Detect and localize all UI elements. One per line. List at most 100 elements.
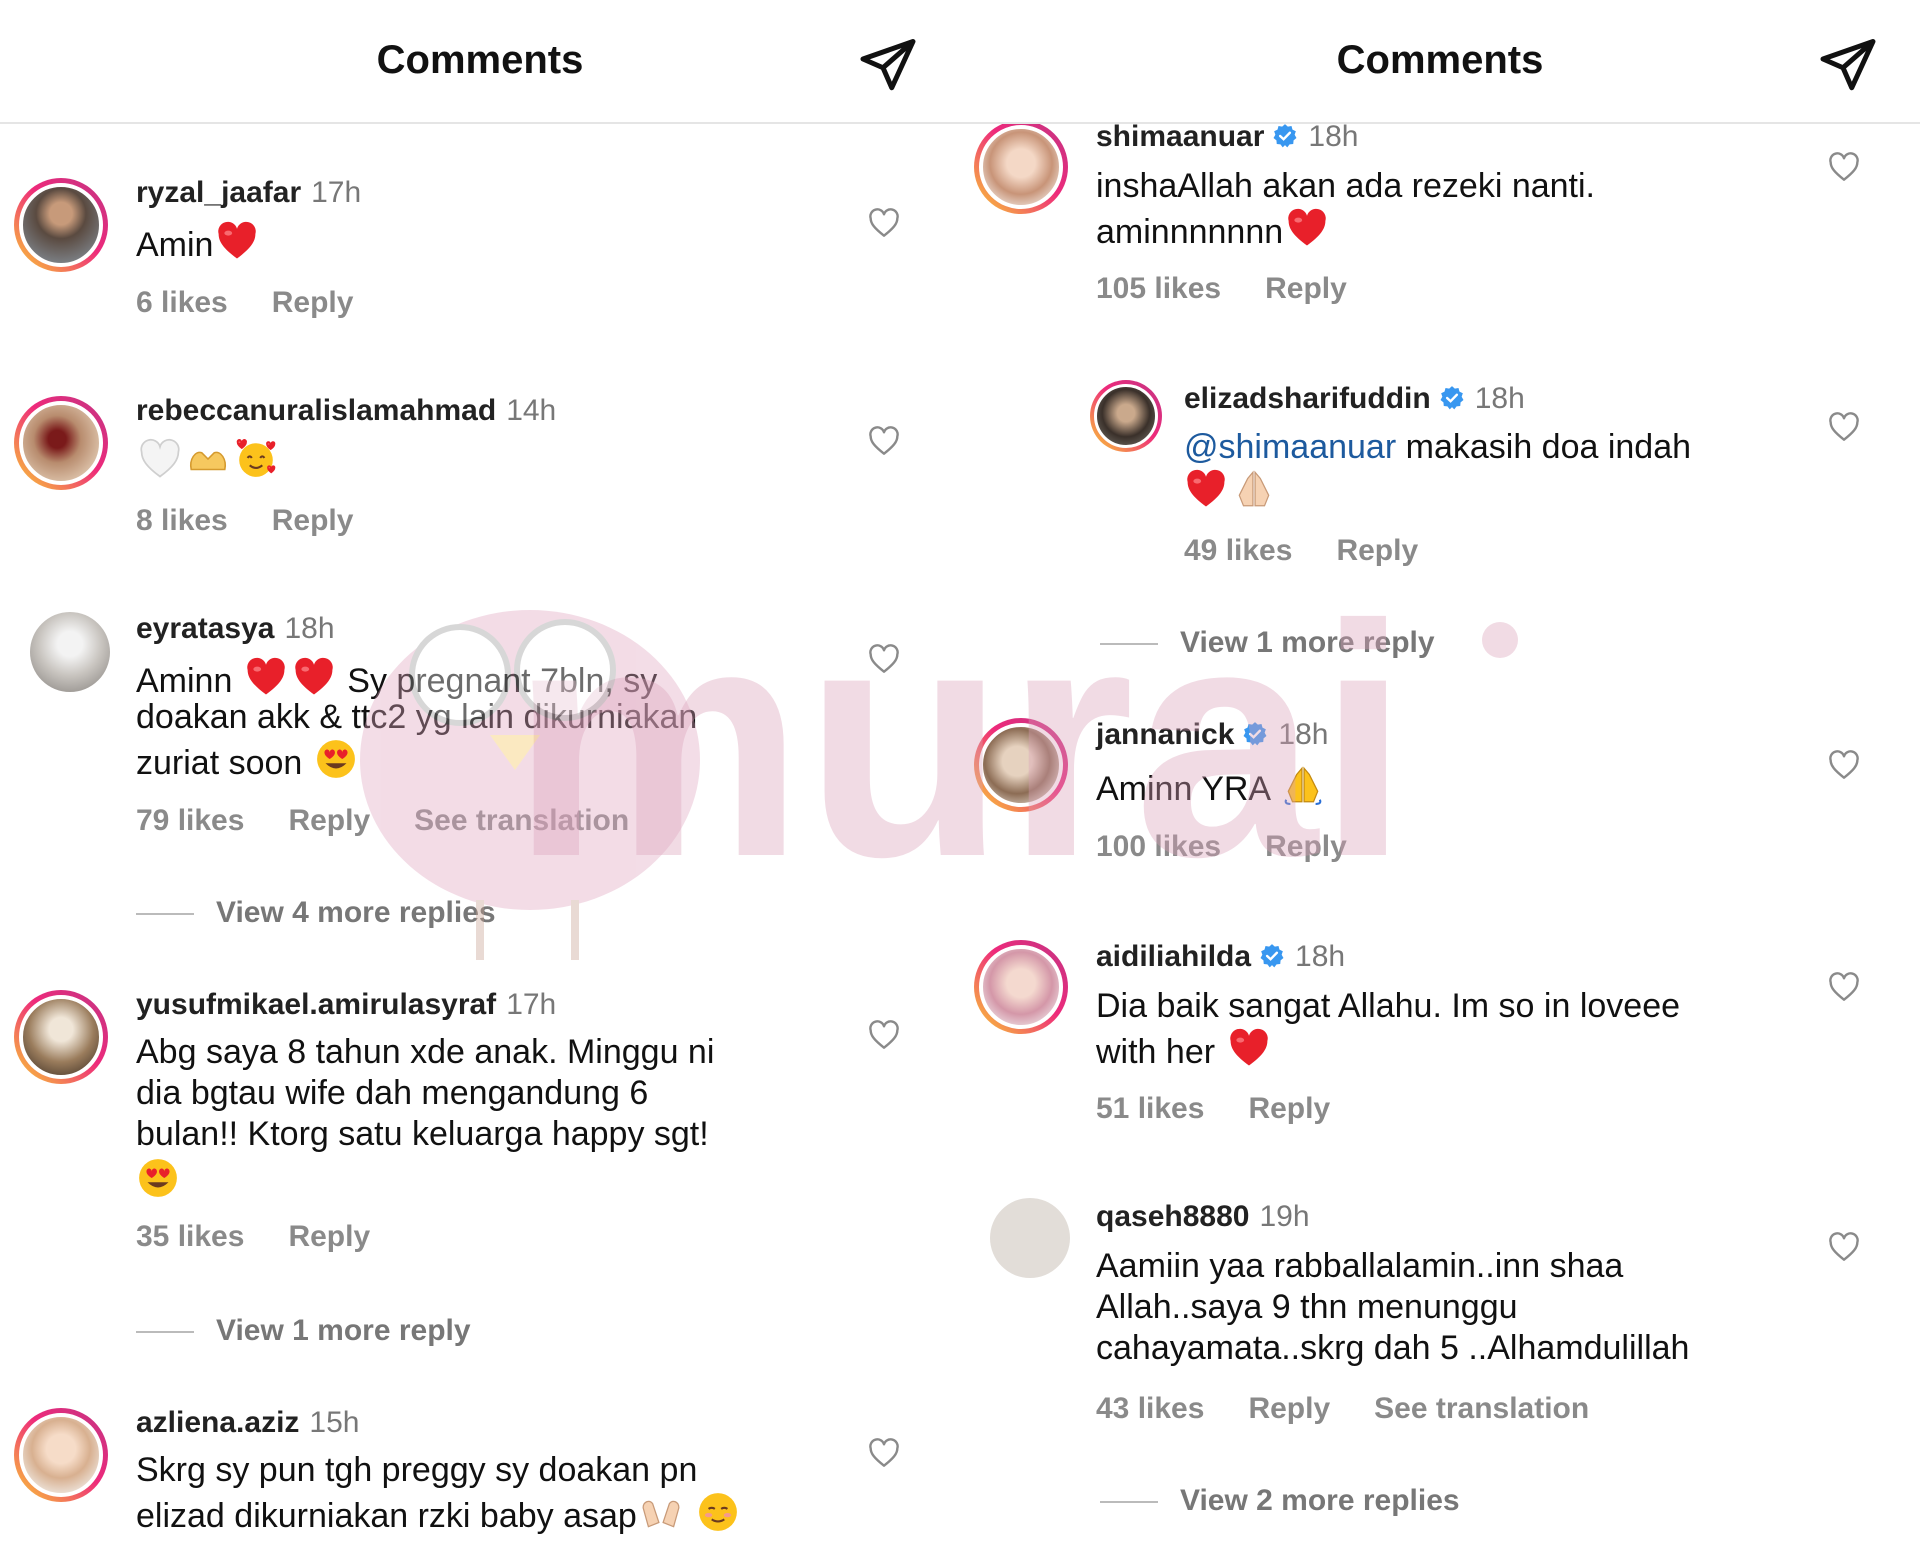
comment-text-line (1182, 468, 1278, 514)
view-more-label: View 1 more reply (216, 1314, 471, 1347)
avatar[interactable] (14, 990, 108, 1084)
like-heart-icon[interactable] (868, 644, 900, 674)
timestamp: 17h (311, 176, 362, 209)
like-heart-icon[interactable] (868, 1020, 900, 1050)
likes-count[interactable]: 79 likes (136, 804, 244, 837)
comment-header: shimaanuar 18h (1096, 120, 1358, 154)
comment-text-line: Aminn YRA (1096, 764, 1327, 810)
comment-text-content: with her (1096, 1033, 1216, 1071)
avatar[interactable] (974, 940, 1068, 1034)
view-more-replies-button[interactable]: View 4 more replies (136, 896, 496, 930)
username[interactable]: aidiliahilda (1096, 940, 1251, 973)
comment-text: Amin (136, 220, 261, 266)
reply-button[interactable]: Reply (288, 1220, 370, 1253)
see-translation-button[interactable]: See translation (414, 804, 629, 837)
comment-actions: 8 likes Reply (136, 504, 397, 538)
username[interactable]: yusufmikael.amirulasyraf (136, 988, 496, 1021)
view-more-label: View 1 more reply (1180, 626, 1435, 659)
likes-count[interactable]: 105 likes (1096, 272, 1221, 305)
reply-button[interactable]: Reply (1265, 272, 1347, 305)
reply-button[interactable]: Reply (272, 504, 354, 537)
comment-text-line: Skrg sy pun tgh preggy sy doakan pn (136, 1451, 698, 1489)
likes-count[interactable]: 8 likes (136, 504, 228, 537)
reply-button[interactable]: Reply (1265, 830, 1347, 863)
username[interactable]: jannanick (1096, 718, 1234, 751)
comment-actions: 49 likes Reply (1184, 534, 1462, 568)
timestamp: 18h (1474, 382, 1525, 415)
like-heart-icon[interactable] (1828, 152, 1860, 182)
likes-count[interactable]: 35 likes (136, 1220, 244, 1253)
likes-count[interactable]: 43 likes (1096, 1392, 1204, 1425)
username[interactable]: eyratasya (136, 612, 274, 645)
comment-text-line: @shimaanuar makasih doa indah (1184, 427, 1691, 468)
heart-eyes-emoji-icon (315, 738, 357, 780)
view-more-replies-button[interactable]: View 2 more replies (1100, 1484, 1460, 1518)
reply-button[interactable]: Reply (1248, 1092, 1330, 1125)
like-heart-icon[interactable] (1828, 412, 1860, 442)
like-heart-icon[interactable] (868, 1438, 900, 1468)
red-heart-emoji-icon (216, 220, 258, 262)
paper-plane-icon[interactable] (1818, 34, 1878, 94)
reply-button[interactable]: Reply (288, 804, 370, 837)
timestamp: 14h (506, 394, 557, 427)
like-heart-icon[interactable] (868, 208, 900, 238)
likes-count[interactable]: 51 likes (1096, 1092, 1204, 1125)
comment-text-content: Aminn YRA (1096, 770, 1270, 808)
comment-actions: 35 likes Reply (136, 1220, 414, 1254)
comment-text-content: Aminn (136, 662, 233, 700)
avatar[interactable] (990, 1198, 1070, 1278)
comment-text-content: Sy pregnant 7bln, sy (347, 662, 658, 700)
comment-text-line: inshaAllah akan ada rezeki nanti. (1096, 167, 1595, 205)
verified-badge-icon (1439, 385, 1465, 411)
avatar[interactable] (974, 718, 1068, 812)
comment-actions: 6 likes Reply (136, 286, 397, 320)
divider (1100, 643, 1158, 646)
heart-eyes-emoji-icon (137, 1157, 179, 1199)
smiling-face-with-hearts-emoji-icon (235, 438, 277, 480)
like-heart-icon[interactable] (1828, 1232, 1860, 1262)
likes-count[interactable]: 49 likes (1184, 534, 1292, 567)
comment-text-line: cahayamata..skrg dah 5 ..Alhamdulillah (1096, 1329, 1690, 1367)
likes-count[interactable]: 6 likes (136, 286, 228, 319)
avatar[interactable] (14, 1408, 108, 1502)
reply-button[interactable]: Reply (272, 286, 354, 319)
avatar[interactable] (14, 178, 108, 272)
see-translation-button[interactable]: See translation (1374, 1392, 1589, 1425)
reply-button[interactable]: Reply (1248, 1392, 1330, 1425)
paper-plane-icon[interactable] (858, 34, 918, 94)
comment-text-line: dia bgtau wife dah mengandung 6 (136, 1074, 649, 1112)
comment-header: aidiliahilda 18h (1096, 940, 1345, 974)
comment-text-line: aminnnnnnn (1096, 207, 1331, 253)
header-title: Comments (376, 38, 584, 82)
username[interactable]: rebeccanuralislamahmad (136, 394, 496, 427)
reply-button[interactable]: Reply (1336, 534, 1418, 567)
avatar[interactable] (14, 396, 108, 490)
avatar[interactable] (974, 120, 1068, 214)
like-heart-icon[interactable] (1828, 972, 1860, 1002)
comment-text-content: Amin (136, 226, 214, 264)
comment-text-line (134, 1157, 182, 1203)
timestamp: 18h (1278, 718, 1329, 751)
avatar[interactable] (30, 612, 110, 692)
username[interactable]: ryzal_jaafar (136, 176, 301, 209)
like-heart-icon[interactable] (1828, 750, 1860, 780)
comment-actions: 105 likes Reply (1096, 272, 1391, 306)
mention-link[interactable]: @shimaanuar (1184, 428, 1396, 466)
timestamp: 18h (284, 612, 335, 645)
username[interactable]: elizadsharifuddin (1184, 382, 1431, 415)
view-more-replies-button[interactable]: View 1 more reply (136, 1314, 471, 1348)
smiling-face-emoji-icon (697, 1491, 739, 1533)
username[interactable]: qaseh8880 (1096, 1200, 1249, 1233)
username[interactable]: azliena.aziz (136, 1406, 299, 1439)
right-comments-panel: Comments shimaanuar 18h inshaAllah akan a… (960, 0, 1920, 1550)
view-more-label: View 2 more replies (1180, 1484, 1460, 1517)
username[interactable]: shimaanuar (1096, 120, 1264, 153)
timestamp: 19h (1259, 1200, 1310, 1233)
view-more-replies-button[interactable]: View 1 more reply (1100, 626, 1435, 660)
comment-text-line: bulan!! Ktorg satu keluarga happy sgt! (136, 1115, 709, 1153)
header-title: Comments (1336, 38, 1544, 82)
like-heart-icon[interactable] (868, 426, 900, 456)
likes-count[interactable]: 100 likes (1096, 830, 1221, 863)
avatar[interactable] (1090, 380, 1162, 452)
comment-header: eyratasya 18h (136, 612, 335, 646)
